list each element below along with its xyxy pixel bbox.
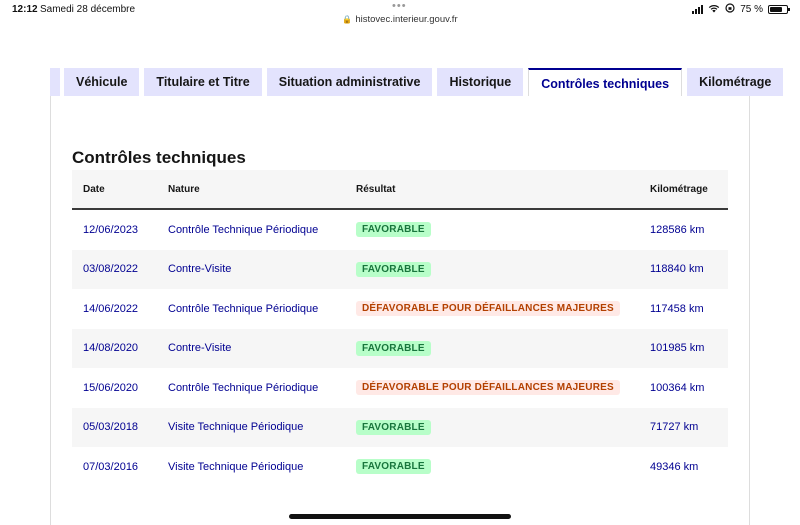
cell-nature: Contre-Visite (168, 342, 232, 355)
tab-historique[interactable]: Historique (437, 68, 524, 96)
status-badge: FAVORABLE (356, 459, 431, 475)
column-header-date: Date (83, 183, 105, 195)
table-row: 12/06/2023 Contrôle Technique Périodique… (72, 210, 728, 250)
cell-kilometrage: 100364 km (650, 381, 705, 394)
table-header: Date Nature Résultat Kilométrage (72, 170, 728, 210)
cell-kilometrage: 71727 km (650, 421, 699, 434)
tab-kilometrage[interactable]: Kilométrage (687, 68, 784, 96)
cell-resultat: FAVORABLE (356, 459, 650, 475)
status-bar: 12:12 Samedi 28 décembre ••• 🔒 histovec.i… (0, 0, 800, 30)
tab-titulaire-et-titre[interactable]: Titulaire et Titre (144, 68, 262, 96)
status-badge: FAVORABLE (356, 340, 431, 356)
cell-kilometrage: 118840 km (650, 263, 704, 276)
table-row: 15/06/2020 Contrôle Technique Périodique… (72, 368, 728, 408)
home-indicator[interactable] (289, 514, 511, 519)
cell-kilometrage: 101985 km (650, 342, 705, 355)
status-badge: FAVORABLE (356, 261, 431, 277)
app-window: 12:12 Samedi 28 décembre ••• 🔒 histovec.i… (0, 0, 800, 525)
table-body: 12/06/2023 Contrôle Technique Périodique… (72, 210, 728, 487)
table-row: 05/03/2018 Visite Technique Périodique F… (72, 407, 728, 447)
address-bar[interactable]: 🔒 histovec.interieur.gouv.fr (0, 14, 800, 25)
cell-resultat: FAVORABLE (356, 261, 650, 277)
column-header-resultat: Résultat (356, 183, 396, 195)
column-header-kilometrage: Kilométrage (650, 183, 708, 195)
tab-vehicule[interactable]: Véhicule (64, 68, 140, 96)
tab-bar: Véhicule Titulaire et Titre Situation ad… (50, 68, 788, 98)
orientation-lock-icon (725, 3, 735, 16)
lock-icon: 🔒 (342, 15, 353, 24)
tab-situation-administrative[interactable]: Situation administrative (266, 68, 433, 96)
cell-date: 05/03/2018 (83, 421, 139, 434)
battery-percent: 75 % (740, 4, 763, 15)
wifi-icon (708, 4, 720, 16)
cell-kilometrage: 49346 km (650, 460, 699, 473)
cell-resultat: FAVORABLE (356, 222, 650, 238)
cell-nature: Visite Technique Périodique (168, 460, 304, 473)
url-text: histovec.interieur.gouv.fr (355, 14, 458, 25)
status-badge: DÉFAVORABLE POUR DÉFAILLANCES MAJEURES (356, 301, 620, 317)
cell-nature: Contre-Visite (168, 263, 232, 276)
page-title: Contrôles techniques (72, 148, 246, 167)
cell-date: 14/06/2022 (83, 302, 139, 315)
cell-date: 12/06/2023 (83, 223, 139, 236)
table-row: 03/08/2022 Contre-Visite FAVORABLE 11884… (72, 249, 728, 289)
status-badge: FAVORABLE (356, 419, 431, 435)
status-indicators: 75 % (692, 3, 790, 16)
cell-date: 15/06/2020 (83, 381, 139, 394)
table-row: 14/06/2022 Contrôle Technique Périodique… (72, 289, 728, 329)
cell-resultat: DÉFAVORABLE POUR DÉFAILLANCES MAJEURES (356, 380, 650, 396)
table-row: 14/08/2020 Contre-Visite FAVORABLE 10198… (72, 328, 728, 368)
cell-resultat: FAVORABLE (356, 340, 650, 356)
multitasking-dots-icon[interactable]: ••• (392, 0, 407, 12)
cell-date: 14/08/2020 (83, 342, 139, 355)
cell-nature: Contrôle Technique Périodique (168, 381, 319, 394)
controles-table: Date Nature Résultat Kilométrage 12/06/2… (72, 170, 728, 487)
battery-icon (768, 5, 790, 14)
cell-nature: Contrôle Technique Périodique (168, 302, 319, 315)
cell-resultat: FAVORABLE (356, 419, 650, 435)
tab-bar-edge (50, 68, 60, 96)
cell-kilometrage: 117458 km (650, 302, 704, 315)
cell-resultat: DÉFAVORABLE POUR DÉFAILLANCES MAJEURES (356, 301, 650, 317)
cell-date: 07/03/2016 (83, 460, 139, 473)
status-badge: FAVORABLE (356, 222, 431, 238)
cell-nature: Visite Technique Périodique (168, 421, 304, 434)
signal-icon (692, 5, 704, 14)
column-header-nature: Nature (168, 183, 200, 195)
cell-nature: Contrôle Technique Périodique (168, 223, 319, 236)
cell-kilometrage: 128586 km (650, 223, 705, 236)
table-row: 07/03/2016 Visite Technique Périodique F… (72, 447, 728, 487)
cell-date: 03/08/2022 (83, 263, 139, 276)
tab-controles-techniques[interactable]: Contrôles techniques (528, 68, 683, 98)
status-badge: DÉFAVORABLE POUR DÉFAILLANCES MAJEURES (356, 380, 620, 396)
